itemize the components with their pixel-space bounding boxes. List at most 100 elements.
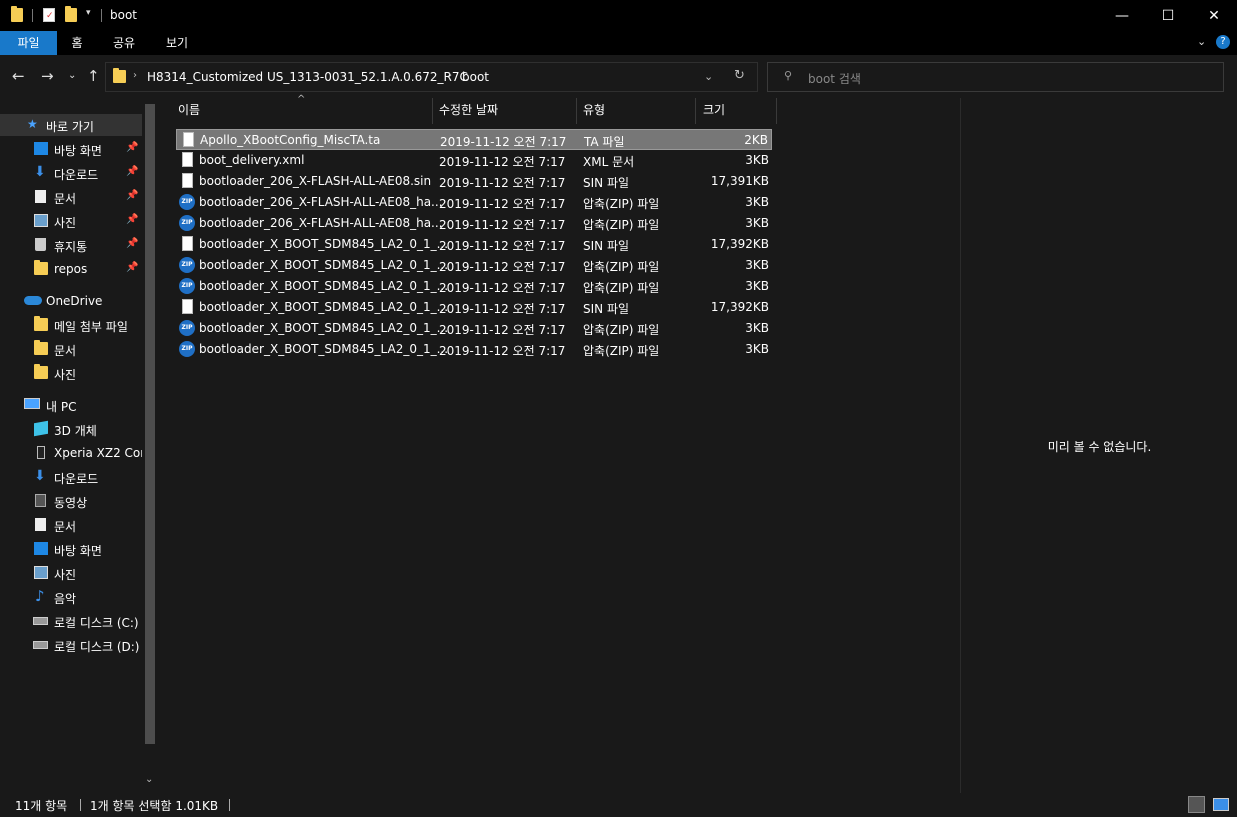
column-header-size[interactable]: 크기 bbox=[703, 98, 725, 122]
nav-desktop[interactable]: 바탕 화면 📌 bbox=[0, 138, 142, 160]
tab-home[interactable]: 홈 bbox=[57, 31, 97, 55]
file-row[interactable]: ZIP bootloader_X_BOOT_SDM845_LA2_0_1_... 2… bbox=[176, 276, 772, 297]
nav-pc-pictures[interactable]: 사진 bbox=[0, 562, 142, 584]
pin-icon[interactable]: 📌 bbox=[126, 190, 138, 201]
column-divider[interactable] bbox=[576, 98, 577, 124]
nav-xperia[interactable]: Xperia XZ2 Com bbox=[0, 442, 142, 464]
scrollbar-thumb[interactable] bbox=[145, 104, 155, 744]
search-icon: ⚲ bbox=[784, 69, 793, 82]
file-row[interactable]: bootloader_206_X-FLASH-ALL-AE08.sin 2019-… bbox=[176, 171, 772, 192]
back-arrow-icon[interactable]: ← bbox=[12, 67, 25, 85]
pin-icon[interactable]: 📌 bbox=[126, 238, 138, 249]
nav-label: 음악 bbox=[54, 592, 77, 606]
tab-file[interactable]: 파일 bbox=[0, 31, 57, 55]
document-icon bbox=[182, 152, 193, 167]
file-row[interactable]: ZIP bootloader_X_BOOT_SDM845_LA2_0_1_... 2… bbox=[176, 318, 772, 339]
search-input[interactable]: boot 검색 bbox=[808, 70, 861, 87]
large-icons-view-icon[interactable] bbox=[1213, 798, 1229, 811]
customize-icon[interactable]: ▾ bbox=[86, 8, 91, 18]
close-button[interactable]: ✕ bbox=[1191, 0, 1237, 31]
up-arrow-icon[interactable]: ↑ bbox=[87, 67, 100, 85]
recent-locations-icon[interactable]: ⌄ bbox=[68, 70, 76, 81]
help-icon[interactable]: ? bbox=[1216, 35, 1230, 49]
file-row[interactable]: boot_delivery.xml 2019-11-12 오전 7:17 XML 문… bbox=[176, 150, 772, 171]
nav-documents[interactable]: 문서 📌 bbox=[0, 186, 142, 208]
file-row[interactable]: bootloader_X_BOOT_SDM845_LA2_0_1_... 2019… bbox=[176, 234, 772, 255]
column-header-type[interactable]: 유형 bbox=[583, 98, 605, 122]
nav-drive-c[interactable]: 로컬 디스크 (C:) bbox=[0, 610, 142, 632]
nav-onedrive-attachments[interactable]: 메일 첨부 파일 bbox=[0, 314, 142, 336]
breadcrumb-current[interactable]: boot bbox=[462, 70, 489, 84]
nav-label: 다운로드 bbox=[54, 168, 99, 182]
nav-videos[interactable]: 동영상 bbox=[0, 490, 142, 512]
search-box[interactable]: ⚲ boot 검색 bbox=[767, 62, 1224, 92]
address-bar[interactable]: › H8314_Customized US_1313-0031_52.1.A.0… bbox=[105, 62, 758, 92]
file-name: boot_delivery.xml bbox=[199, 153, 305, 167]
file-size: 3KB bbox=[745, 321, 769, 335]
zip-icon: ZIP bbox=[179, 341, 195, 357]
column-header-name[interactable]: 이름 bbox=[178, 98, 200, 122]
nav-music[interactable]: ♪ 음악 bbox=[0, 586, 142, 608]
nav-pc-downloads[interactable]: ⬇ 다운로드 bbox=[0, 466, 142, 488]
nav-drive-d[interactable]: 로컬 디스크 (D:) bbox=[0, 634, 142, 656]
maximize-button[interactable]: ☐ bbox=[1145, 0, 1191, 31]
file-list: ^ 이름 수정한 날짜 유형 크기 Apollo_XBootConfig_Mis… bbox=[160, 94, 960, 793]
file-row[interactable]: ZIP bootloader_X_BOOT_SDM845_LA2_0_1_... 2… bbox=[176, 255, 772, 276]
nav-3d-objects[interactable]: 3D 개체 bbox=[0, 418, 142, 440]
zip-icon: ZIP bbox=[179, 257, 195, 273]
pin-icon[interactable]: 📌 bbox=[126, 262, 138, 273]
forward-arrow-icon[interactable]: → bbox=[41, 67, 54, 85]
document-icon bbox=[35, 190, 46, 203]
pin-icon[interactable]: 📌 bbox=[126, 214, 138, 225]
column-divider[interactable] bbox=[432, 98, 433, 124]
expand-ribbon-icon[interactable]: ⌄ bbox=[1197, 35, 1206, 48]
column-divider[interactable] bbox=[776, 98, 777, 124]
pin-icon[interactable]: 📌 bbox=[126, 166, 138, 177]
title-bar: ✓ ▾ boot — ☐ ✕ bbox=[0, 0, 1237, 31]
column-header-date[interactable]: 수정한 날짜 bbox=[439, 98, 498, 122]
navigation-row: ← → ⌄ ↑ › H8314_Customized US_1313-0031_… bbox=[0, 55, 1237, 98]
file-row[interactable]: ZIP bootloader_X_BOOT_SDM845_LA2_0_1_... 2… bbox=[176, 339, 772, 360]
nav-pc-desktop[interactable]: 바탕 화면 bbox=[0, 538, 142, 560]
nav-this-pc[interactable]: 내 PC bbox=[0, 394, 142, 416]
nav-repos[interactable]: repos 📌 bbox=[0, 258, 142, 280]
chevron-right-icon[interactable]: › bbox=[133, 70, 137, 81]
minimize-button[interactable]: — bbox=[1099, 0, 1145, 31]
file-row[interactable]: Apollo_XBootConfig_MiscTA.ta 2019-11-12 오… bbox=[176, 129, 772, 150]
details-view-icon[interactable] bbox=[1188, 796, 1205, 813]
refresh-icon[interactable]: ↻ bbox=[734, 68, 745, 83]
scroll-down-icon[interactable]: ⌄ bbox=[145, 774, 153, 785]
nav-pictures[interactable]: 사진 📌 bbox=[0, 210, 142, 232]
nav-label: 바탕 화면 bbox=[54, 544, 102, 558]
nav-onedrive-documents[interactable]: 문서 bbox=[0, 338, 142, 360]
preview-pane: 미리 볼 수 없습니다. bbox=[960, 98, 1237, 793]
tab-share[interactable]: 공유 bbox=[100, 31, 148, 55]
tab-view[interactable]: 보기 bbox=[152, 31, 202, 55]
file-row[interactable]: ZIP bootloader_206_X-FLASH-ALL-AE08_ha...… bbox=[176, 192, 772, 213]
nav-downloads[interactable]: ⬇ 다운로드 📌 bbox=[0, 162, 142, 184]
nav-onedrive[interactable]: OneDrive bbox=[0, 290, 142, 312]
file-row[interactable]: bootloader_X_BOOT_SDM845_LA2_0_1_... 2019… bbox=[176, 297, 772, 318]
file-date: 2019-11-12 오전 7:17 bbox=[439, 239, 566, 253]
nav-recycle-bin[interactable]: 휴지통 📌 bbox=[0, 234, 142, 256]
file-size: 17,392KB bbox=[710, 237, 769, 251]
nav-label: 문서 bbox=[54, 344, 77, 358]
folder-icon[interactable] bbox=[11, 6, 23, 22]
nav-pc-documents[interactable]: 문서 bbox=[0, 514, 142, 536]
chevron-right-icon[interactable]: › bbox=[448, 70, 452, 81]
nav-scrollbar[interactable]: ⌄ bbox=[142, 98, 158, 793]
window-title: boot bbox=[110, 8, 138, 22]
pin-icon[interactable]: 📌 bbox=[126, 142, 138, 153]
address-dropdown-icon[interactable]: ⌄ bbox=[704, 70, 713, 83]
column-divider[interactable] bbox=[695, 98, 696, 124]
status-item-count: 11개 항목 bbox=[15, 799, 68, 813]
nav-onedrive-pictures[interactable]: 사진 bbox=[0, 362, 142, 384]
breadcrumb-parent[interactable]: H8314_Customized US_1313-0031_52.1.A.0.6… bbox=[147, 70, 468, 84]
file-type: SIN 파일 bbox=[583, 239, 630, 253]
properties-icon[interactable]: ✓ bbox=[43, 8, 55, 22]
file-row[interactable]: ZIP bootloader_206_X-FLASH-ALL-AE08_ha...… bbox=[176, 213, 772, 234]
nav-quick-access[interactable]: ★ 바로 가기 bbox=[0, 114, 142, 136]
3d-objects-icon bbox=[34, 420, 48, 437]
new-folder-icon[interactable] bbox=[65, 6, 77, 22]
file-type: 압축(ZIP) 파일 bbox=[583, 260, 660, 274]
